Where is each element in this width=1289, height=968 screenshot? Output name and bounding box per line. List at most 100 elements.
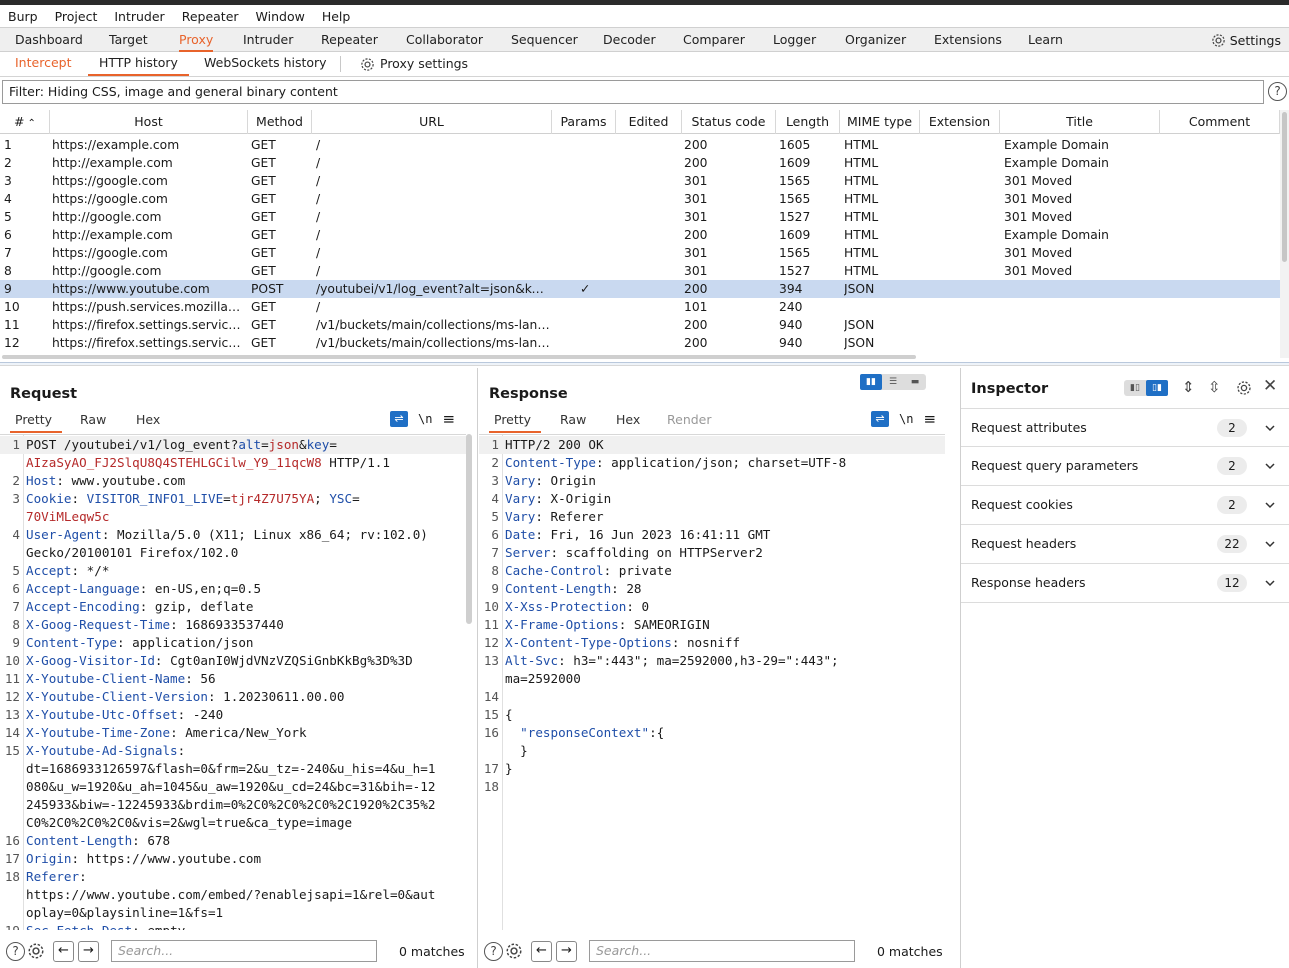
request-tab-hex[interactable]: Hex — [136, 412, 160, 427]
table-row[interactable]: 9 https://www.youtube.com POST/youtubei/v1… — [0, 280, 1280, 298]
request-search-input[interactable]: Search... — [111, 940, 377, 962]
previous-match-icon[interactable]: ← — [531, 940, 552, 962]
tab-collaborator[interactable]: Collaborator — [406, 28, 483, 52]
response-editor[interactable]: 1 HTTP/2 200 OK 2 Content-Type: application… — [479, 434, 945, 930]
help-icon[interactable]: ? — [6, 941, 25, 961]
column-header-url[interactable]: URL — [312, 110, 552, 134]
inspector-expanded-icon[interactable]: ▯▮ — [1146, 380, 1168, 396]
wrap-lines-icon[interactable]: ⇌ — [871, 411, 889, 427]
next-match-icon[interactable]: → — [556, 940, 577, 962]
tab-proxy[interactable]: Proxy — [179, 28, 214, 52]
layout-stacked-icon[interactable]: ☰ — [882, 374, 904, 390]
inspector-section-request-attributes[interactable]: Request attributes 2 — [961, 408, 1289, 447]
table-row[interactable]: 5 http://google.com GET / 301 1527 HTML 301 Mov… — [0, 208, 1280, 226]
table-row[interactable]: 6 http://example.com GET / 200 1609 HTML Exampl… — [0, 226, 1280, 244]
tab-comparer[interactable]: Comparer — [683, 28, 745, 52]
request-tab-raw[interactable]: Raw — [80, 412, 106, 427]
table-row[interactable]: 4 https://google.com GET / 301 1565 HTML 301 Mo… — [0, 190, 1280, 208]
pane-separator[interactable] — [477, 368, 478, 968]
filter-bar[interactable]: Filter: Hiding CSS, image and general bi… — [2, 80, 1264, 104]
inspector-section-request-cookies[interactable]: Request cookies 2 — [961, 486, 1289, 525]
menu-item-window[interactable]: Window — [256, 9, 305, 24]
table-row[interactable]: 2 http://example.com GET / 200 1609 HTML Exampl… — [0, 154, 1280, 172]
newline-icon[interactable]: \n — [899, 412, 913, 426]
table-row[interactable]: 11 https://firefox.settings.services.... G… — [0, 316, 1280, 334]
collapse-all-icon[interactable]: ⇳ — [1208, 378, 1221, 396]
tab-repeater[interactable]: Repeater — [321, 28, 378, 52]
split-divider[interactable] — [0, 362, 1289, 366]
inspector-section-response-headers[interactable]: Response headers 12 — [961, 564, 1289, 603]
inspector-section-request-query-parameters[interactable]: Request query parameters 2 — [961, 447, 1289, 486]
response-tab-raw[interactable]: Raw — [560, 412, 586, 427]
chevron-down-icon[interactable] — [1264, 409, 1276, 449]
table-row[interactable]: 10 https://push.services.mozilla.com GET / 1… — [0, 298, 1280, 316]
tab-organizer[interactable]: Organizer — [845, 28, 906, 52]
close-icon[interactable]: ✕ — [1263, 376, 1277, 396]
column-header-[interactable]: # ⌃ — [0, 110, 50, 134]
column-header-method[interactable]: Method — [248, 110, 312, 134]
table-row[interactable]: 7 https://google.com GET / 301 1565 HTML 301 Mo… — [0, 244, 1280, 262]
column-header-comment[interactable]: Comment — [1160, 110, 1280, 134]
tab-extensions[interactable]: Extensions — [934, 28, 1002, 52]
layout-toggle[interactable]: ▮▮ ☰ ▬ — [860, 374, 926, 390]
expand-all-icon[interactable]: ⇕ — [1182, 378, 1195, 396]
response-tab-hex[interactable]: Hex — [616, 412, 640, 427]
menu-item-burp[interactable]: Burp — [8, 9, 38, 24]
tab-decoder[interactable]: Decoder — [603, 28, 656, 52]
help-icon[interactable]: ? — [1268, 82, 1287, 101]
menu-item-intruder[interactable]: Intruder — [114, 9, 164, 24]
tab-http-history[interactable]: HTTP history — [88, 52, 189, 76]
inspector-collapsed-icon[interactable]: ▮▯ — [1124, 380, 1146, 396]
table-vertical-scrollbar[interactable] — [1280, 110, 1289, 358]
inspector-section-request-headers[interactable]: Request headers 22 — [961, 525, 1289, 564]
proxy-settings-button[interactable]: Proxy settings — [360, 52, 468, 76]
menu-icon[interactable]: ≡ — [923, 410, 936, 428]
tab-learn[interactable]: Learn — [1028, 28, 1063, 52]
menu-item-project[interactable]: Project — [55, 9, 98, 24]
tab-intercept[interactable]: Intercept — [15, 52, 71, 76]
layout-side-by-side-icon[interactable]: ▮▮ — [860, 374, 882, 390]
previous-match-icon[interactable]: ← — [53, 940, 74, 962]
tab-intruder[interactable]: Intruder — [243, 28, 293, 52]
column-header-mime-type[interactable]: MIME type — [840, 110, 920, 134]
gear-icon[interactable] — [1236, 380, 1252, 396]
column-header-edited[interactable]: Edited — [616, 110, 682, 134]
gear-icon[interactable] — [505, 942, 523, 960]
table-row[interactable]: 12 https://firefox.settings.services.... G… — [0, 334, 1280, 352]
response-tab-pretty[interactable]: Pretty — [489, 412, 542, 433]
table-row[interactable]: 1 https://example.com GET / 200 1605 HTML Examp… — [0, 136, 1280, 154]
tab-websockets-history[interactable]: WebSockets history — [204, 52, 327, 76]
request-editor-scrollbar[interactable] — [466, 434, 472, 624]
column-header-params[interactable]: Params — [552, 110, 616, 134]
inspector-layout-toggle[interactable]: ▮▯ ▯▮ — [1124, 380, 1168, 396]
table-row[interactable]: 3 https://google.com GET / 301 1565 HTML 301 Mo… — [0, 172, 1280, 190]
chevron-down-icon[interactable] — [1264, 525, 1276, 565]
newline-icon[interactable]: \n — [418, 412, 432, 426]
next-match-icon[interactable]: → — [78, 940, 99, 962]
response-tab-render[interactable]: Render — [667, 412, 712, 427]
column-header-title[interactable]: Title — [1000, 110, 1160, 134]
tab-logger[interactable]: Logger — [773, 28, 816, 52]
table-horizontal-scrollbar[interactable] — [0, 354, 920, 360]
wrap-lines-icon[interactable]: ⇌ — [390, 411, 408, 427]
menu-item-repeater[interactable]: Repeater — [182, 9, 239, 24]
help-icon[interactable]: ? — [484, 941, 503, 961]
chevron-down-icon[interactable] — [1264, 486, 1276, 526]
chevron-down-icon[interactable] — [1264, 447, 1276, 487]
tab-sequencer[interactable]: Sequencer — [511, 28, 578, 52]
column-header-length[interactable]: Length — [776, 110, 840, 134]
menu-item-help[interactable]: Help — [322, 9, 351, 24]
column-header-extension[interactable]: Extension — [920, 110, 1000, 134]
response-search-input[interactable]: Search... — [589, 940, 855, 962]
column-header-status-code[interactable]: Status code — [682, 110, 776, 134]
tab-dashboard[interactable]: Dashboard — [15, 28, 83, 52]
layout-tabbed-icon[interactable]: ▬ — [904, 374, 926, 390]
request-editor[interactable]: 1 POST /youtubei/v1/log_event?alt=json&ke… — [0, 434, 466, 930]
tab-target[interactable]: Target — [109, 28, 148, 52]
settings-button[interactable]: Settings — [1211, 28, 1281, 52]
gear-icon[interactable] — [27, 942, 45, 960]
menu-icon[interactable]: ≡ — [442, 410, 455, 428]
chevron-down-icon[interactable] — [1264, 564, 1276, 604]
request-tab-pretty[interactable]: Pretty — [10, 412, 63, 433]
column-header-host[interactable]: Host — [50, 110, 248, 134]
